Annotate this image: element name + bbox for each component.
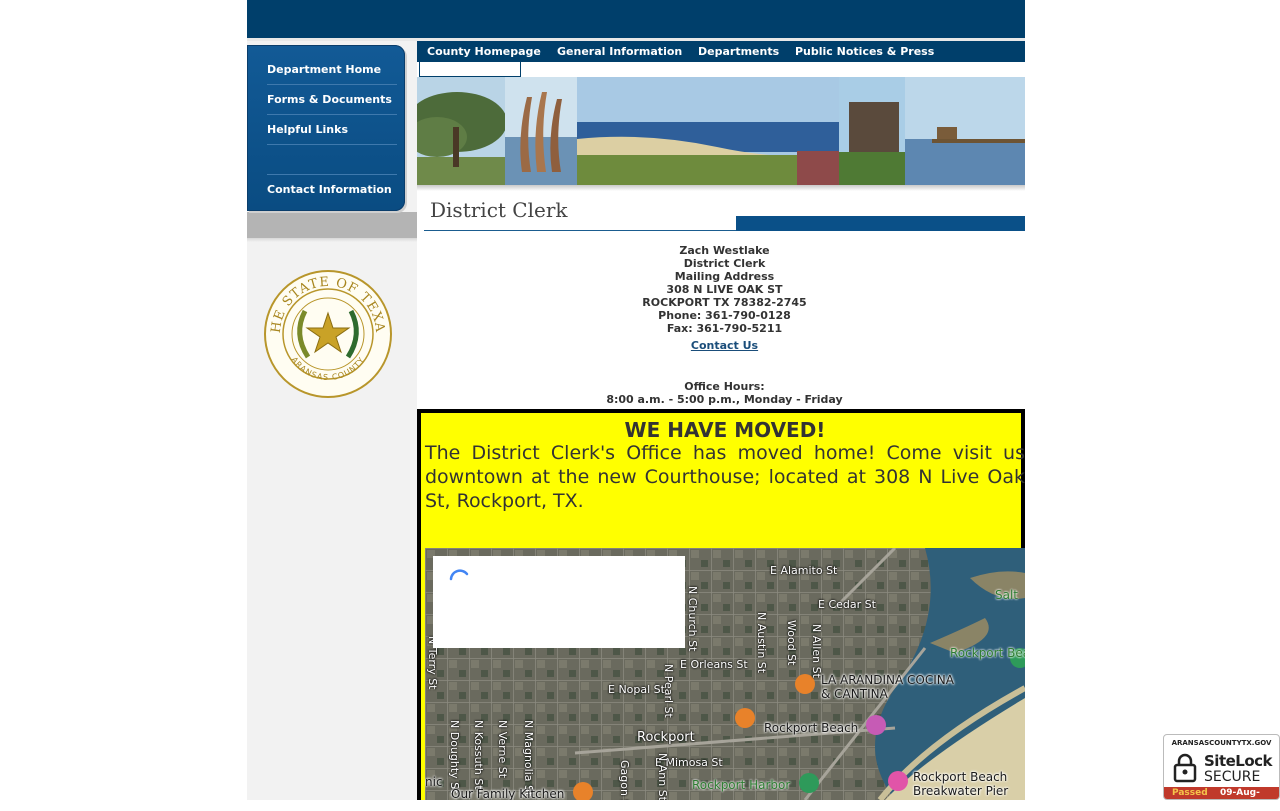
sitelock-date: 09-Aug-2026 bbox=[1220, 788, 1260, 810]
map-place-label: Rockport Beach Breakwater Pier bbox=[913, 770, 1009, 798]
sitelock-status: Passed bbox=[1172, 788, 1208, 798]
map-street-label: N Magnolia St bbox=[522, 720, 535, 797]
page-title: District Clerk bbox=[430, 198, 568, 222]
moved-notice-text: The District Clerk's Office has moved ho… bbox=[425, 442, 1025, 512]
nav-public-notices-press[interactable]: Public Notices & Press bbox=[795, 41, 934, 62]
clerk-name: Zach Westlake bbox=[679, 244, 770, 257]
map-place-label: Salt bbox=[995, 588, 1019, 602]
office-hours-label: Office Hours: bbox=[684, 380, 765, 393]
nav-general-information[interactable]: General Information bbox=[557, 41, 682, 62]
sitelock-domain: ARANSASCOUNTYTX.GOV bbox=[1171, 739, 1272, 747]
mailing-city: ROCKPORT TX 78382-2745 bbox=[642, 296, 807, 309]
clerk-role: District Clerk bbox=[683, 257, 766, 270]
left-column-shadow bbox=[247, 238, 417, 242]
map-street-label: N Ann St bbox=[656, 753, 669, 800]
mailing-street: 308 N LIVE OAK ST bbox=[666, 283, 783, 296]
nav-departments[interactable]: Departments bbox=[698, 41, 779, 62]
office-hours-value: 8:00 a.m. - 5:00 p.m., Monday - Friday bbox=[606, 393, 843, 406]
map-street-label: E Alamito St bbox=[770, 564, 838, 577]
header-banner-image bbox=[417, 77, 1025, 185]
sidebar-item-empty[interactable] bbox=[267, 145, 397, 175]
sidebar-item-department-home[interactable]: Department Home bbox=[267, 55, 397, 85]
sidebar-item-helpful-links[interactable]: Helpful Links bbox=[267, 115, 397, 145]
map-place-label: LA ARANDINA COCINA & CANTINA bbox=[821, 673, 954, 701]
sitelock-brand: SiteLock bbox=[1204, 752, 1273, 770]
left-column-band bbox=[247, 212, 417, 238]
moved-notice-heading: WE HAVE MOVED! bbox=[624, 418, 826, 442]
lock-icon bbox=[1173, 753, 1197, 783]
title-accent-bar bbox=[736, 216, 1025, 231]
sitelock-status-bar: Passed 09-Aug-2026 bbox=[1164, 787, 1279, 810]
map-place-label: nic bbox=[425, 775, 443, 789]
map-loading-panel bbox=[433, 556, 685, 648]
map-place-label: Rockport Harbor bbox=[692, 778, 791, 792]
map-street-label: N Verne St bbox=[496, 720, 509, 779]
map-street-label: E Orleans St bbox=[680, 658, 748, 671]
nav-county-homepage[interactable]: County Homepage bbox=[427, 41, 541, 62]
sitelock-secure: SECURE bbox=[1204, 769, 1261, 785]
sitelock-badge[interactable]: ARANSASCOUNTYTX.GOV SiteLock SECURE Pass… bbox=[1163, 734, 1280, 810]
map-street-label: Gagon St bbox=[618, 760, 631, 800]
sidebar-item-forms-documents[interactable]: Forms & Documents bbox=[267, 85, 397, 115]
office-hours: Office Hours: 8:00 a.m. - 5:00 p.m., Mon… bbox=[424, 380, 1025, 406]
top-navigation: County Homepage General Information Depa… bbox=[417, 41, 1025, 62]
map-street-label: Wood St bbox=[785, 620, 798, 666]
contact-block: Zach Westlake District Clerk Mailing Add… bbox=[424, 244, 1025, 352]
site-header bbox=[247, 0, 1025, 38]
phone-number: Phone: 361-790-0128 bbox=[658, 309, 791, 322]
map-street-label: N Allen St bbox=[810, 624, 823, 678]
map-street-label: N Pearl St bbox=[662, 664, 675, 718]
loading-spinner-icon bbox=[449, 569, 469, 581]
fax-number: Fax: 361-790-5211 bbox=[666, 322, 783, 335]
sidebar-nav: Department Home Forms & Documents Helpfu… bbox=[247, 45, 405, 211]
map-place-label: Rockport bbox=[637, 730, 695, 745]
map-street-label: E Cedar St bbox=[818, 598, 876, 611]
map-street-label: N Church St bbox=[686, 586, 699, 652]
map-street-label: E Nopal St bbox=[608, 683, 665, 696]
map-place-label: Our Family Kitchen bbox=[451, 787, 565, 800]
map-place-label: Rockport Beach bbox=[950, 646, 1025, 660]
nav-dropdown-stub bbox=[419, 62, 521, 77]
map-street-label: N Austin St bbox=[755, 612, 768, 674]
title-underline bbox=[424, 230, 736, 231]
map-street-label: N Doughty St bbox=[448, 720, 461, 794]
contact-us-link[interactable]: Contact Us bbox=[691, 339, 758, 352]
mailing-label: Mailing Address bbox=[674, 270, 775, 283]
banner-shadow bbox=[417, 185, 1025, 191]
texas-seal-logo: THE STATE OF TEXAS ARANSAS COUNTY bbox=[263, 269, 392, 398]
sidebar-item-contact-information[interactable]: Contact Information bbox=[267, 175, 397, 204]
map-place-label: Rockport Beach bbox=[764, 721, 859, 735]
map-street-label: N Kossuth St bbox=[472, 720, 485, 790]
